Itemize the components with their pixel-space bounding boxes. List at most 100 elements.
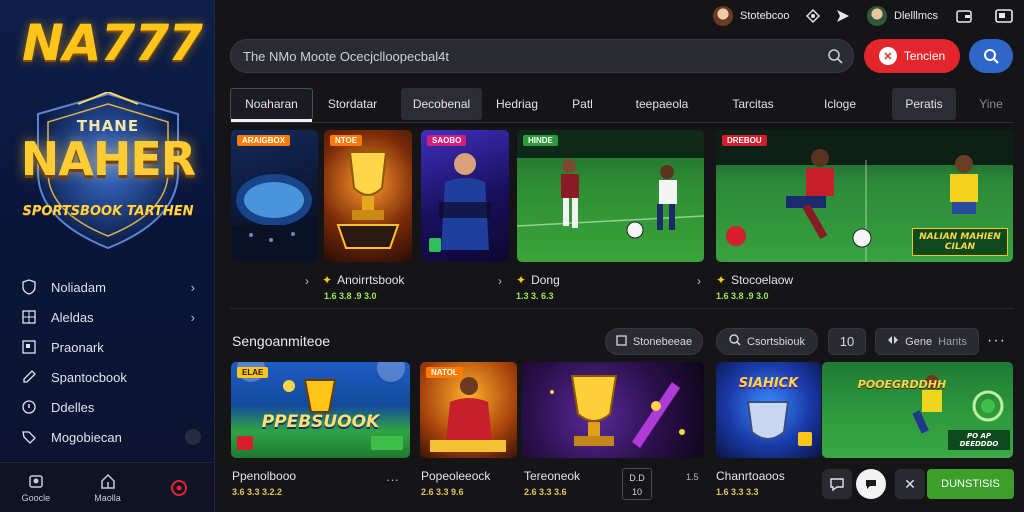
wallet-icon[interactable] (956, 9, 972, 28)
tab-peratis[interactable]: Peratis (892, 88, 956, 120)
game-card-cup[interactable] (522, 362, 704, 458)
tab-tarcitas[interactable]: Tarcitas (718, 88, 788, 120)
game-card-siahick[interactable]: SIAHICK (716, 362, 821, 458)
filter-label: Hants (938, 335, 967, 348)
game-caption-1[interactable]: Ppenolbooo (232, 469, 296, 483)
search-input[interactable] (243, 48, 803, 64)
game-caption-2[interactable]: Popeoleeock (421, 469, 490, 483)
game-card-champion[interactable]: NATOL (420, 362, 517, 458)
tab-teepaeola[interactable]: teepaeola (628, 88, 696, 120)
stat-box[interactable]: D.D 10 (622, 468, 652, 500)
green-action-button[interactable]: DUNSTISIS (927, 469, 1014, 499)
featured-card-player[interactable]: SAOBO (421, 130, 509, 262)
user-name-2: Dlelllmcs (894, 10, 938, 22)
game-caption-3[interactable]: Tereoneok (524, 469, 580, 483)
avatar (867, 6, 887, 26)
cup-graphic (550, 375, 685, 448)
section-divider (230, 308, 1014, 309)
sidebar-item-noliadam[interactable]: Noliadam › (0, 272, 214, 302)
search-icon (729, 334, 741, 349)
close-button[interactable]: ✕ (895, 469, 925, 499)
more-icon[interactable]: ··· (987, 332, 1006, 350)
sidebar-item-mogobiecan[interactable]: Mogobiecan (0, 422, 214, 452)
bottom-nav-record[interactable] (143, 463, 214, 512)
brand-logo[interactable]: NA777 (22, 14, 203, 72)
card-tag: ELAE (237, 367, 269, 378)
football-match-graphic (517, 130, 704, 239)
toggle-dot[interactable] (185, 429, 201, 445)
sidebar-item-label: Praonark (51, 339, 104, 355)
chevron-right-icon[interactable]: › (305, 274, 309, 288)
sidebar-item-praonark[interactable]: Praonark (0, 332, 214, 362)
support-button[interactable] (856, 469, 886, 499)
stat-box-top: D.D (629, 473, 645, 483)
tab-stordatar[interactable]: Stordatar (320, 88, 385, 120)
circle-info-icon (20, 398, 38, 416)
tab-decobenal[interactable]: Decobenal (401, 88, 482, 120)
tabs-divider (230, 122, 1014, 123)
filter-csortsbiouk[interactable]: Csortsbiouk (716, 328, 818, 355)
game-caption-4[interactable]: Chanrtoaoos (716, 469, 785, 483)
card-tag: HINDE (523, 135, 558, 146)
red-action-button[interactable]: ✕ Tencien (864, 39, 960, 73)
settings-icon[interactable] (806, 9, 820, 28)
caption-text: Dong (531, 273, 560, 287)
sidebar-item-aleldas[interactable]: Aleldas › (0, 302, 214, 332)
bottom-nav-maolla[interactable]: Maolla (72, 463, 144, 512)
odds-text: 1.6 3.3 3.3 (716, 487, 759, 497)
filter-label: Csortsbiouk (746, 335, 806, 348)
shield-icon (20, 278, 38, 296)
odds-text: 2.6 3.3 3.6 (524, 487, 567, 497)
game-card-ppebsuook[interactable]: ELAE PPEBSUOOK (231, 362, 410, 458)
filter-stonebeeae[interactable]: Stonebeeae (605, 328, 703, 355)
more-icon[interactable]: ··· (386, 472, 399, 487)
bottom-nav-goocle[interactable]: Goocle (0, 463, 72, 512)
featured-caption-3[interactable]: ✦ Stocoelaow (716, 273, 793, 287)
odds-text: 3.6 3.3 3.2.2 (232, 487, 283, 497)
chevron-right-icon[interactable]: › (697, 274, 701, 288)
tab-yine[interactable]: Yine (968, 88, 1014, 120)
user-name-1: Stotebcoo (740, 10, 790, 22)
featured-card-stadium[interactable]: ARAIGBOX (231, 130, 318, 262)
record-icon (171, 479, 188, 496)
send-icon[interactable] (836, 9, 850, 28)
promo-sub-text: SPORTSBOOK TARTHEN (22, 204, 194, 219)
arrows-icon (887, 334, 899, 349)
video-icon[interactable] (995, 9, 1013, 28)
blue-search-button[interactable] (969, 39, 1013, 73)
chat-button[interactable] (822, 469, 852, 499)
promo-badge[interactable]: THANE NAHER SPORTSBOOK TARTHEN (18, 92, 198, 252)
featured-card-football-match[interactable]: HINDE (517, 130, 704, 262)
user-chip-1[interactable]: Stotebcoo (713, 5, 790, 27)
chevron-right-icon[interactable]: › (498, 274, 502, 288)
user-chip-2[interactable]: Dlelllmcs (867, 5, 938, 27)
filter-gene-hants[interactable]: Gene Hants (875, 328, 979, 355)
tab-icloge[interactable]: Icloge (810, 88, 870, 120)
featured-caption-1[interactable]: ✦ Anoirrtsbook (322, 273, 404, 287)
top-bar: Stotebcoo Dlelllmcs (215, 0, 1024, 32)
promo-main-text: NAHER (20, 132, 196, 186)
category-tabs: Noaharan Stordatar Decobenal Hedriag Pat… (230, 88, 1014, 122)
stadium-graphic (231, 174, 318, 262)
tab-noaharan[interactable]: Noaharan (230, 88, 313, 122)
card-banner-text: PO AP DEEDDDO (948, 430, 1010, 450)
tab-patl[interactable]: Patl (560, 88, 605, 120)
message-icon (866, 480, 876, 489)
game-card-pooegrddhh[interactable]: POOEGRDDHH PO AP DEEDDDO (822, 362, 1013, 458)
sidebar-item-label: Ddelles (51, 399, 95, 415)
bottom-nav-label: Maolla (94, 493, 121, 503)
card-tag: ARAIGBOX (237, 135, 291, 146)
featured-card-trophy[interactable]: NTOE (324, 130, 412, 262)
odds-text: 2.6 3.3 9.6 (421, 487, 464, 497)
odds-text: 1.6 3.8 .9 3.0 (716, 291, 769, 301)
filter-count[interactable]: 10 (828, 328, 866, 355)
featured-caption-2[interactable]: ✦ Dong (516, 273, 560, 287)
edit-icon (20, 368, 38, 386)
featured-card-stadium-action[interactable]: DREBOU NALIAN MAHIEN CILAN (716, 130, 1013, 262)
sidebar: NA777 THANE NAHER SPORTSBOOK TARTHEN Nol… (0, 0, 215, 512)
search-icon[interactable] (827, 48, 843, 69)
sidebar-item-ddelles[interactable]: Ddelles (0, 392, 214, 422)
sidebar-item-spantocbook[interactable]: Spantocbook (0, 362, 214, 392)
search-bar[interactable] (230, 39, 854, 73)
tab-hedriag[interactable]: Hedriag (492, 88, 542, 120)
